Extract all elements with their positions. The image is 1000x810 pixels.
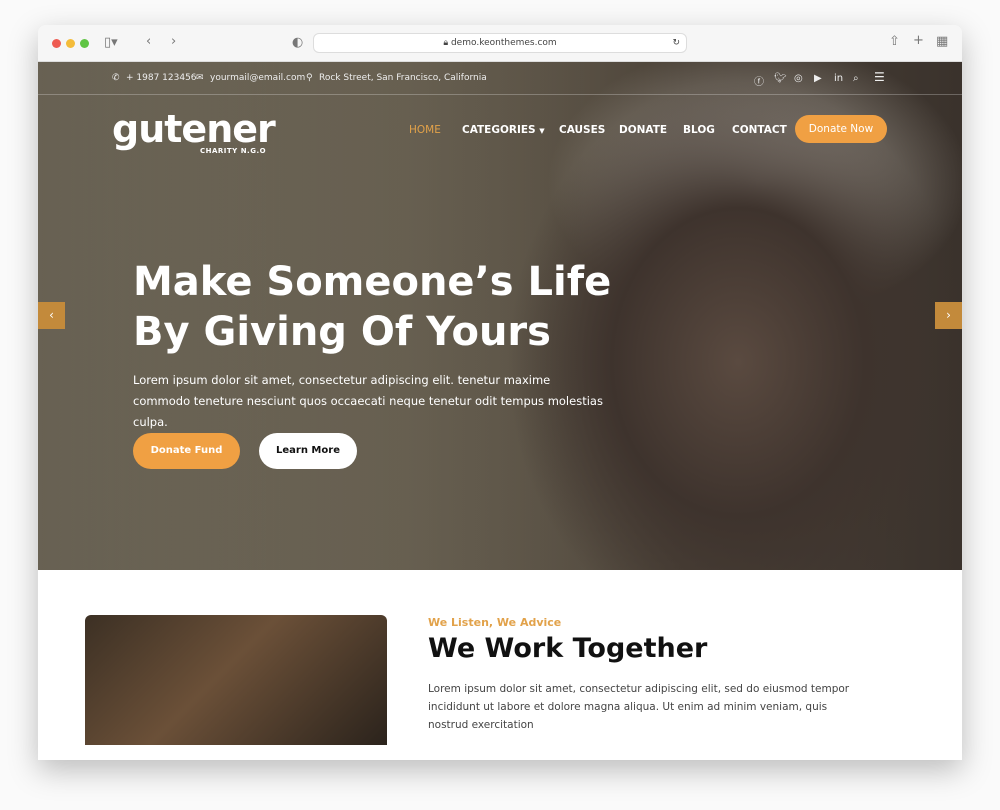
minimize-window-button[interactable]	[66, 39, 75, 48]
nav-home[interactable]: HOME	[409, 124, 441, 136]
about-subtitle: We Listen, We Advice	[428, 616, 562, 629]
facebook-icon[interactable]: ⓕ	[754, 73, 764, 88]
reload-icon[interactable]: ↻	[672, 34, 680, 53]
forward-icon[interactable]: ›	[171, 34, 176, 49]
top-bar: ✆ + 1987 123456 ✉ yourmail@email.com ⚲ R…	[38, 62, 962, 95]
donate-now-button[interactable]: Donate Now	[795, 115, 887, 143]
about-image	[85, 615, 387, 745]
search-icon[interactable]: ⌕	[853, 73, 859, 84]
tabs-overview-icon[interactable]: ▦	[936, 34, 948, 49]
nav-blog[interactable]: BLOG	[683, 124, 715, 136]
mail-icon: ✉	[196, 73, 204, 83]
maximize-window-button[interactable]	[80, 39, 89, 48]
back-icon[interactable]: ‹	[146, 34, 151, 49]
hero-title: Make Someone’s Life By Giving Of Yours	[133, 259, 612, 355]
nav-categories[interactable]: CATEGORIES ▼	[462, 124, 545, 136]
phone-icon: ✆	[112, 73, 120, 83]
learn-more-button[interactable]: Learn More	[259, 433, 357, 469]
next-slide-button[interactable]: ›	[935, 302, 962, 329]
location-icon: ⚲	[306, 73, 313, 83]
email-link[interactable]: yourmail@email.com	[210, 73, 305, 83]
browser-toolbar: ▯▾ ‹ › ◐ 🔒︎ demo.keonthemes.com ↻ ⇧ + ▦	[38, 25, 962, 62]
shield-icon[interactable]: ◐	[292, 35, 303, 50]
about-title: We Work Together	[428, 633, 708, 664]
address-bar[interactable]: 🔒︎ demo.keonthemes.com ↻	[313, 33, 687, 53]
sidebar-icon[interactable]: ▯▾	[104, 35, 118, 50]
new-tab-icon[interactable]: +	[913, 33, 924, 48]
close-window-button[interactable]	[52, 39, 61, 48]
menu-icon[interactable]: ☰	[874, 70, 885, 84]
prev-slide-button[interactable]: ‹	[38, 302, 65, 329]
logo[interactable]: gutener CHARITY N.G.O	[112, 107, 276, 155]
linkedin-icon[interactable]: in	[834, 73, 843, 84]
hero-section: ✆ + 1987 123456 ✉ yourmail@email.com ⚲ R…	[38, 62, 962, 570]
nav-donate[interactable]: DONATE	[619, 124, 667, 136]
phone-number[interactable]: + 1987 123456	[126, 73, 197, 83]
donate-fund-button[interactable]: Donate Fund	[133, 433, 240, 469]
instagram-icon[interactable]: ◎	[794, 73, 803, 84]
address: Rock Street, San Francisco, California	[319, 73, 487, 83]
twitter-icon[interactable]: 🐦︎	[774, 73, 787, 84]
nav-contact[interactable]: CONTACT	[732, 124, 787, 136]
lock-icon: 🔒︎	[443, 38, 451, 48]
hero-text: Lorem ipsum dolor sit amet, consectetur …	[133, 373, 603, 429]
about-text: Lorem ipsum dolor sit amet, consectetur …	[428, 683, 850, 731]
nav-causes[interactable]: CAUSES	[559, 124, 605, 136]
youtube-icon[interactable]: ▶	[814, 73, 822, 84]
caret-down-icon: ▼	[539, 127, 545, 135]
share-icon[interactable]: ⇧	[889, 34, 900, 49]
